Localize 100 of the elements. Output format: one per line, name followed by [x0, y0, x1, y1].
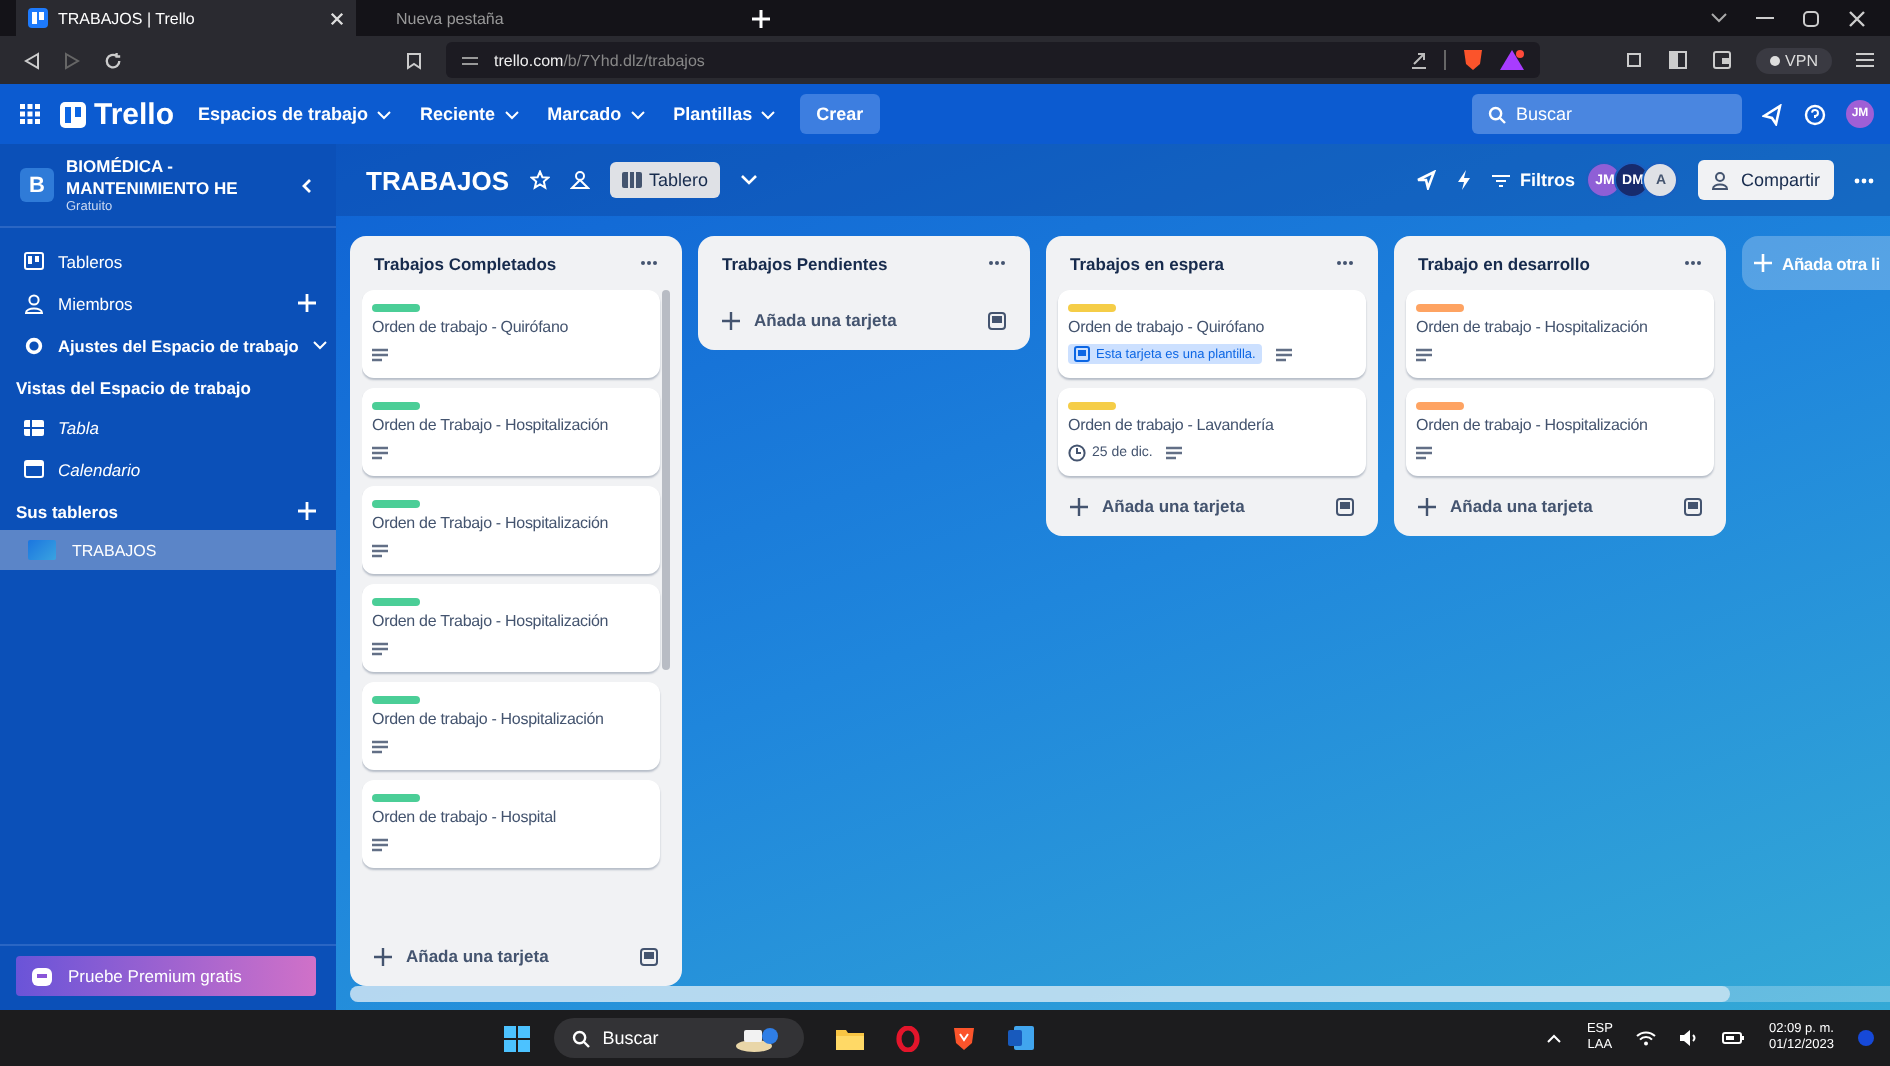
- task-card[interactable]: Orden de trabajo - Hospitalización: [362, 682, 660, 770]
- add-icon[interactable]: [298, 501, 316, 519]
- speaker-icon[interactable]: [1680, 1030, 1699, 1046]
- document-icon[interactable]: [1008, 1026, 1035, 1050]
- notification-dot[interactable]: [1858, 1030, 1874, 1046]
- add-icon[interactable]: [298, 294, 316, 312]
- site-settings-icon[interactable]: [462, 53, 478, 67]
- list-title[interactable]: Trabajo en desarrollo: [1418, 253, 1590, 273]
- chevron-up-icon[interactable]: [1546, 1033, 1563, 1043]
- collapse-icon[interactable]: [300, 177, 312, 193]
- premium-button[interactable]: Pruebe Premium gratis: [16, 956, 316, 996]
- plus-icon[interactable]: [752, 9, 770, 27]
- menu-dropdown[interactable]: Plantillas: [669, 104, 781, 124]
- list-title[interactable]: Trabajos en espera: [1070, 253, 1225, 273]
- ring-icon[interactable]: [896, 1025, 921, 1051]
- menu-dropdown[interactable]: Espacios de trabajo: [194, 104, 397, 124]
- chevron-down-icon[interactable]: [1710, 12, 1728, 24]
- browser-tab[interactable]: Nueva pestaña: [384, 0, 724, 36]
- wallet-icon[interactable]: [1711, 50, 1732, 70]
- create-button[interactable]: Crear: [800, 94, 880, 134]
- template-icon[interactable]: [1336, 497, 1354, 515]
- browser-tab[interactable]: TRABAJOS | Trello: [16, 0, 356, 36]
- board-title[interactable]: TRABAJOS: [366, 165, 510, 195]
- chevron-down-icon: [503, 109, 520, 119]
- search-field[interactable]: Buscar: [1516, 104, 1676, 124]
- wifi-icon[interactable]: [1636, 1030, 1657, 1046]
- chevron-down-icon: [629, 109, 646, 119]
- menu-dropdown[interactable]: Marcado: [543, 104, 650, 124]
- reload-icon[interactable]: [104, 51, 122, 69]
- task-card[interactable]: Orden de trabajo - Hospitalización: [1406, 388, 1714, 476]
- more-icon[interactable]: [640, 260, 658, 266]
- menu-icon[interactable]: [1856, 52, 1874, 68]
- folder-icon[interactable]: [836, 1027, 865, 1049]
- card-title: Orden de Trabajo - Hospitalización: [372, 416, 611, 434]
- search-box[interactable]: Buscar: [1472, 94, 1742, 134]
- restore-icon[interactable]: [1802, 9, 1820, 27]
- windows-icon[interactable]: [504, 1025, 531, 1051]
- template-icon[interactable]: [640, 947, 658, 965]
- menu-dropdown[interactable]: Reciente: [416, 104, 524, 124]
- close-icon[interactable]: [330, 11, 344, 25]
- task-card[interactable]: Orden de Trabajo - Hospitalización: [362, 388, 660, 476]
- sidebar-link[interactable]: Tabla: [58, 417, 316, 437]
- help-icon[interactable]: [1804, 103, 1826, 125]
- task-card[interactable]: Orden de trabajo - Hospital: [362, 780, 660, 868]
- trello-logo[interactable]: Trello: [60, 97, 175, 131]
- card-title: Orden de trabajo - Lavandería: [1068, 416, 1276, 434]
- scrollbar[interactable]: [350, 986, 1890, 1002]
- chevron-down-icon: [760, 109, 777, 119]
- bookmark-icon[interactable]: [406, 51, 422, 69]
- share-button[interactable]: Compartir: [1698, 160, 1834, 200]
- card-title: Orden de Trabajo - Hospitalización: [372, 612, 611, 630]
- bolt-icon[interactable]: [1455, 170, 1472, 190]
- sidebar-link[interactable]: Tableros: [58, 251, 316, 271]
- back-icon[interactable]: [24, 51, 40, 69]
- add-card-button[interactable]: Añada una tarjeta: [374, 946, 549, 966]
- list-title[interactable]: Trabajos Pendientes: [722, 253, 888, 273]
- add-card-button[interactable]: Añada una tarjeta: [722, 310, 897, 330]
- sidebar-link[interactable]: Calendario: [58, 459, 316, 479]
- card-title: Orden de trabajo - Hospitalización: [1416, 318, 1650, 336]
- add-card-button[interactable]: Añada una tarjeta: [1070, 496, 1245, 516]
- filter-button[interactable]: Filtros: [1491, 170, 1575, 190]
- more-icon[interactable]: [988, 260, 1006, 266]
- description-icon: [1416, 445, 1432, 459]
- triangle-icon[interactable]: [1499, 50, 1524, 70]
- plus-icon: [1070, 497, 1088, 515]
- board-link[interactable]: TRABAJOS: [0, 530, 336, 570]
- minimize-icon[interactable]: [1756, 16, 1774, 20]
- template-icon[interactable]: [1684, 497, 1702, 515]
- search-field[interactable]: Buscar: [602, 1028, 723, 1048]
- sidebar-link[interactable]: Ajustes del Espacio de trabajo: [58, 335, 299, 355]
- template-icon: [1074, 346, 1090, 362]
- add-card-button[interactable]: Añada una tarjeta: [1418, 496, 1593, 516]
- task-card[interactable]: Orden de trabajo - Hospitalización: [1406, 290, 1714, 378]
- close-icon[interactable]: [1848, 9, 1866, 27]
- scrollbar[interactable]: [662, 290, 670, 670]
- plus-icon: [374, 947, 392, 965]
- people-icon[interactable]: [569, 170, 590, 190]
- board-view-button[interactable]: Tablero: [609, 162, 721, 198]
- extension-icon[interactable]: [1623, 50, 1644, 70]
- more-icon[interactable]: [1336, 260, 1354, 266]
- more-icon[interactable]: [1684, 260, 1702, 266]
- sidebar-link[interactable]: Miembros: [58, 293, 284, 313]
- address-field[interactable]: trello.com/b/7Yhd.dlz/trabajos: [446, 42, 1540, 78]
- share-icon[interactable]: [1409, 51, 1428, 69]
- task-card[interactable]: Orden de Trabajo - Hospitalización: [362, 584, 660, 672]
- apps-icon[interactable]: [20, 104, 40, 124]
- task-card[interactable]: Orden de trabajo - Quirófano: [362, 290, 660, 378]
- more-icon[interactable]: [1854, 177, 1874, 183]
- task-card[interactable]: Orden de Trabajo - Hospitalización: [362, 486, 660, 574]
- sidebar-icon[interactable]: [1667, 50, 1688, 70]
- forward-icon[interactable]: [64, 51, 80, 69]
- search-box[interactable]: Buscar: [554, 1018, 805, 1058]
- table-icon: [24, 419, 44, 435]
- highlight-drawing: [734, 1024, 783, 1052]
- list-title[interactable]: Trabajos Completados: [374, 253, 557, 273]
- star-icon[interactable]: [529, 170, 550, 190]
- vpn-button[interactable]: VPN: [1755, 47, 1832, 73]
- template-icon[interactable]: [988, 311, 1006, 329]
- battery-icon[interactable]: [1722, 1032, 1745, 1044]
- send-icon[interactable]: [1415, 170, 1436, 190]
